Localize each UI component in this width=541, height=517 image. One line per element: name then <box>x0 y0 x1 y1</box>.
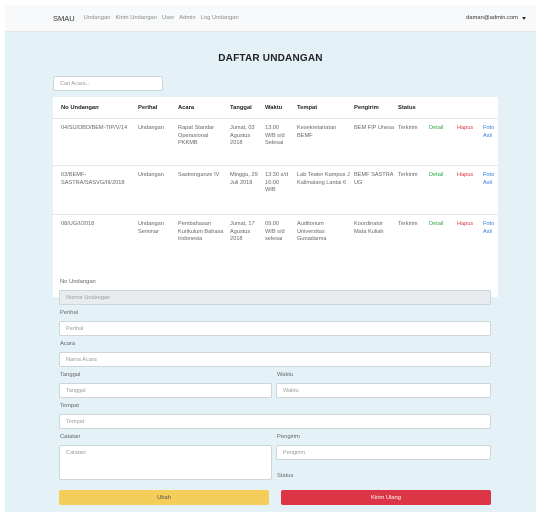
table-row: 08/UG/I/2018 Undangan Seminar Pembahasan… <box>53 215 498 265</box>
status-label: Status <box>277 473 294 479</box>
cell-waktu: 09:00 WIB s/d selesai <box>265 221 285 243</box>
cell-no-undangan: 08/UG/I/2018 <box>61 221 95 227</box>
nav-link-log-undangan[interactable]: Log Undangan <box>201 15 239 21</box>
photo-link[interactable]: Foto Asli <box>483 125 497 140</box>
col-header-acara: Acara <box>178 105 195 111</box>
cell-pengirim: BEMF SASTRA UG <box>354 172 394 186</box>
cell-no-undangan: 03/BEMF-SASTRA/SASVG/III/2018 <box>61 172 125 186</box>
table-row: 03/BEMF-SASTRA/SASVG/III/2018 Undangan S… <box>53 166 498 215</box>
col-header-perihal: Perihal <box>138 105 158 111</box>
nav-link-kirim-undangan[interactable]: Kirim Undangan <box>115 15 157 21</box>
cell-no-undangan: 04/SU/DBD/BEM-TIP/V/14 <box>61 125 128 131</box>
table-header: No Undangan Perihal Acara Tanggal Waktu … <box>53 97 498 119</box>
ubah-button[interactable]: Ubah <box>59 490 269 505</box>
cell-acara: Pembahasan Kurikulum Bahasa Indonesia <box>178 221 224 243</box>
acara-field[interactable] <box>59 352 491 367</box>
cell-tanggal: Jumat, 03 Agustus 2018 <box>230 125 255 147</box>
photo-link[interactable]: Foto Asli <box>483 221 497 236</box>
no-undangan-field[interactable] <box>59 290 491 305</box>
cell-perihal: Undangan <box>138 172 164 178</box>
detail-link[interactable]: Detail <box>429 221 443 229</box>
cell-perihal: Undangan Seminar <box>138 221 164 235</box>
detail-link[interactable]: Detail <box>429 125 443 133</box>
pengirim-field[interactable] <box>276 445 491 460</box>
nav-link-admin[interactable]: Admin <box>179 15 195 21</box>
nav-link-undangan[interactable]: Undangan <box>84 15 111 21</box>
cell-tanggal: Minggu, 29 Juli 2018 <box>230 172 258 186</box>
cell-acara: Rapat Standar Operasional PKKMB <box>178 125 215 147</box>
perihal-label: Perihal <box>60 310 79 316</box>
cell-status: Terkirim <box>398 172 418 178</box>
caret-down-icon <box>522 16 526 20</box>
table-row: 04/SU/DBD/BEM-TIP/V/14 Undangan Rapat St… <box>53 119 498 166</box>
tanggal-label: Tanggal <box>60 372 81 378</box>
tempat-field[interactable] <box>59 414 491 429</box>
cell-perihal: Undangan <box>138 125 164 131</box>
cell-pengirim: BEM FIP Unesa <box>354 125 395 131</box>
cell-tempat: Auditorium Universitas Gunadarma <box>297 221 327 243</box>
col-header-pengirim: Pengirim <box>354 105 379 111</box>
cell-status: Terkirim <box>398 221 418 227</box>
user-email: daman@admin.com <box>466 15 518 21</box>
waktu-label: Waktu <box>277 372 294 378</box>
cell-pengirim: Koordinator Mata Kuliah <box>354 221 384 235</box>
delete-link[interactable]: Hapus <box>457 221 473 229</box>
search-input[interactable] <box>53 76 163 91</box>
tanggal-field[interactable] <box>59 383 272 398</box>
pengirim-label: Pengirim <box>277 434 300 440</box>
col-header-waktu: Waktu <box>265 105 283 111</box>
catatan-label: Catatan <box>60 434 81 440</box>
cell-acara: Sastrenganze IV <box>178 172 220 178</box>
invitation-table: No Undangan Perihal Acara Tanggal Waktu … <box>53 97 498 297</box>
cell-tempat: Kesekretariatan BEMF <box>297 125 337 139</box>
nav-link-user[interactable]: User <box>162 15 174 21</box>
delete-link[interactable]: Hapus <box>457 125 473 133</box>
main-content: DAFTAR UNDANGAN No Undangan Perihal Acar… <box>5 32 536 512</box>
page: SMAU Undangan Kirim Undangan User Admin … <box>0 0 541 517</box>
cell-status: Terkirim <box>398 125 418 131</box>
no-undangan-label: No Undangan <box>60 279 96 285</box>
navbar: SMAU Undangan Kirim Undangan User Admin … <box>5 5 536 32</box>
cell-waktu: 13:30 s/d 16:00 WIB <box>265 172 289 194</box>
cell-waktu: 13:00 WIB s/d Selesai <box>265 125 285 147</box>
col-header-tanggal: Tanggal <box>230 105 252 111</box>
delete-link[interactable]: Hapus <box>457 172 473 180</box>
photo-link[interactable]: Foto Asli <box>483 172 497 187</box>
col-header-no-undangan: No Undangan <box>61 105 99 111</box>
cell-tanggal: Jumat, 17 Agustus 2018 <box>230 221 255 243</box>
perihal-field[interactable] <box>59 321 491 336</box>
kirim-ulang-button[interactable]: Kirim Ulang <box>281 490 491 505</box>
cell-tempat: Lab Teater Kampus J Kalimalang Lantai 6 <box>297 172 350 186</box>
acara-label: Acara <box>60 341 76 347</box>
col-header-tempat: Tempat <box>297 105 318 111</box>
col-header-status: Status <box>398 105 416 111</box>
detail-link[interactable]: Detail <box>429 172 443 180</box>
waktu-field[interactable] <box>276 383 491 398</box>
tempat-label: Tempat <box>60 403 80 409</box>
user-menu[interactable]: daman@admin.com <box>466 15 526 21</box>
catatan-field[interactable] <box>59 445 272 480</box>
brand-logo[interactable]: SMAU <box>53 14 75 23</box>
page-title: DAFTAR UNDANGAN <box>218 53 323 64</box>
